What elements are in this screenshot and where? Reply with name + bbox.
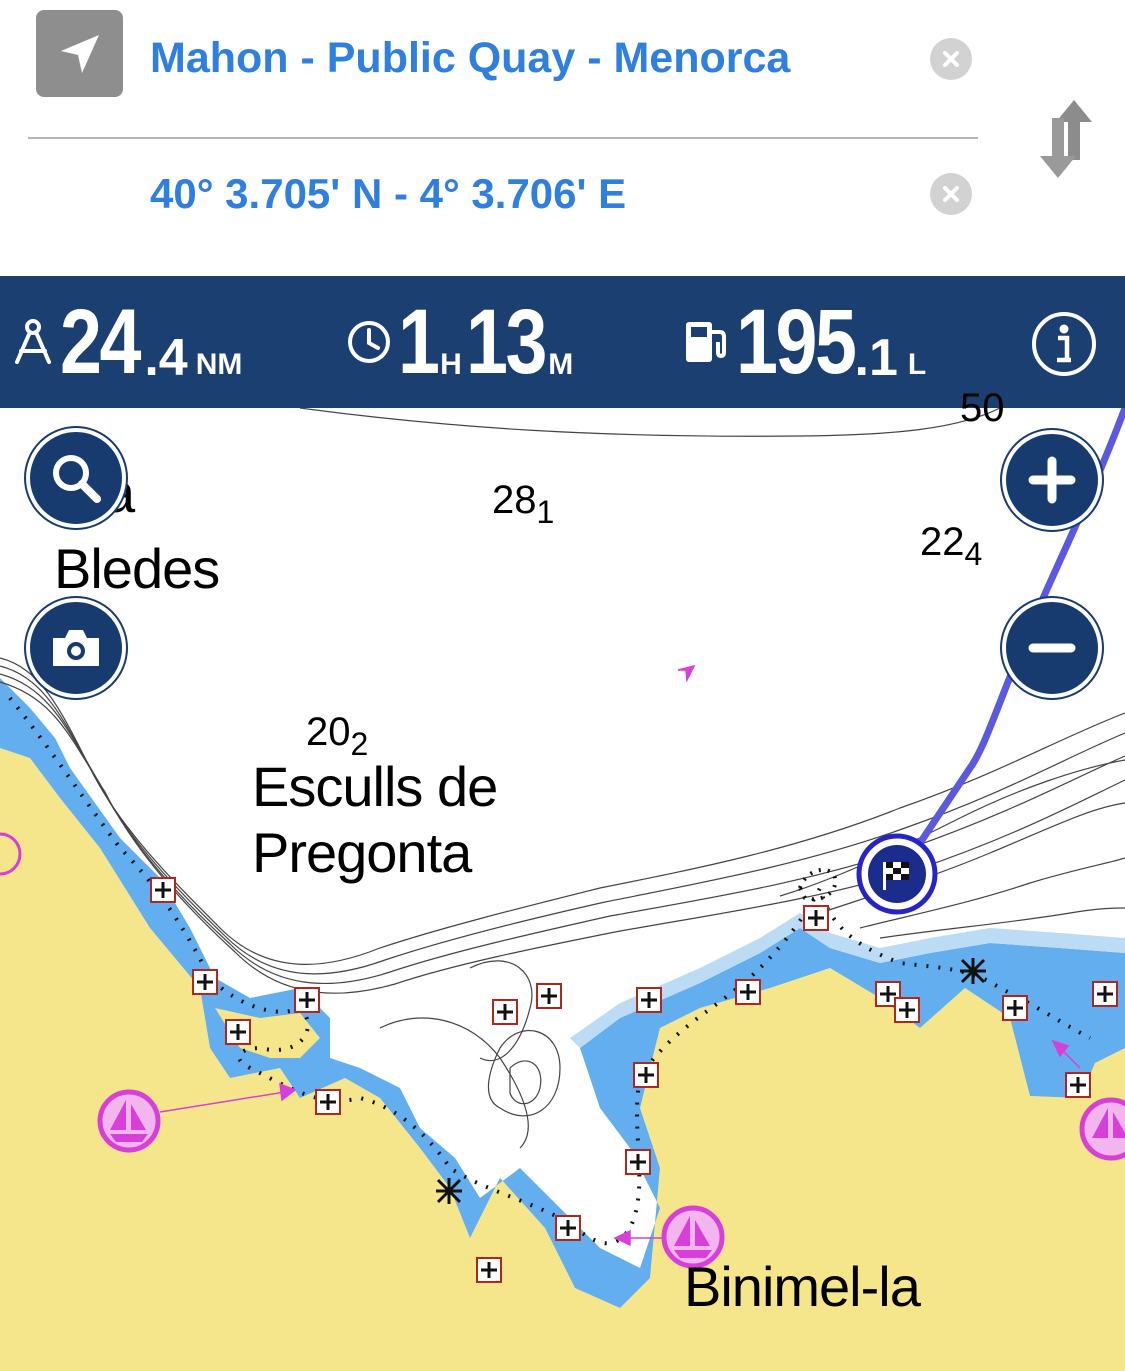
locate-button[interactable] [36, 10, 123, 97]
depth-sounding: 281 [492, 478, 555, 530]
search-icon [53, 455, 101, 503]
location-arrow-icon [60, 34, 99, 73]
clock-icon [348, 321, 390, 363]
place-label-pregonta: Pregonta [252, 821, 472, 884]
compass-icon [15, 319, 51, 364]
fuel-pump-icon [686, 322, 726, 362]
swap-arrows-icon[interactable] [1036, 98, 1096, 180]
distance-stat: 24 .4 NM [12, 276, 242, 408]
place-label-bledes: Bledes [54, 537, 220, 600]
plus-icon [1028, 456, 1076, 504]
place-label-binimel: Binimel-la [684, 1255, 921, 1318]
destination-field[interactable]: Mahon - Public Quay - Menorca [150, 34, 790, 83]
coordinates-field[interactable]: 40° 3.705' N - 4° 3.706' E [150, 170, 626, 218]
sailboat-icon[interactable] [1078, 1096, 1125, 1162]
route-stats-bar: 24 .4 NM 1 H 13 M 195 .1 L [0, 276, 1125, 408]
time-hours: 1 [398, 291, 440, 393]
clear-x-icon [943, 51, 959, 67]
depth-sounding: 224 [920, 520, 983, 572]
depth-sounding: 202 [306, 710, 369, 762]
sailboat-icon[interactable] [96, 1088, 162, 1154]
field-divider [28, 137, 978, 139]
zoom-in-button[interactable] [1002, 430, 1102, 530]
nautical-chart[interactable]: a Bledes Esculls de Pregonta Binimel-la … [0, 386, 1125, 1371]
clear-x-icon [943, 186, 959, 202]
distance-fraction: .4 [144, 329, 188, 387]
time-hours-unit: H [440, 348, 462, 381]
place-label-esculls: Esculls de [252, 755, 498, 818]
fuel-unit: L [907, 348, 927, 381]
time-stat: 1 H 13 M [346, 276, 573, 408]
camera-button[interactable] [26, 598, 126, 698]
distance-whole: 24 [60, 291, 141, 393]
info-icon[interactable] [1030, 310, 1098, 378]
time-minutes: 13 [465, 291, 547, 393]
fuel-whole: 195 [736, 291, 857, 393]
zoom-out-button[interactable] [1002, 598, 1102, 698]
camera-icon [53, 630, 99, 666]
clear-destination-button[interactable] [930, 38, 972, 80]
clear-coordinates-button[interactable] [930, 173, 972, 215]
minus-icon [1028, 643, 1076, 653]
distance-unit: NM [195, 348, 243, 381]
fuel-fraction: .1 [854, 329, 898, 387]
route-header: Mahon - Public Quay - Menorca 40° 3.705'… [0, 0, 1125, 276]
checkered-flag-icon[interactable] [855, 832, 939, 916]
fuel-stat: 195 .1 L [684, 276, 926, 408]
depth-sounding: 50 [960, 386, 1005, 422]
search-button[interactable] [26, 428, 126, 528]
time-minutes-unit: M [548, 348, 574, 381]
